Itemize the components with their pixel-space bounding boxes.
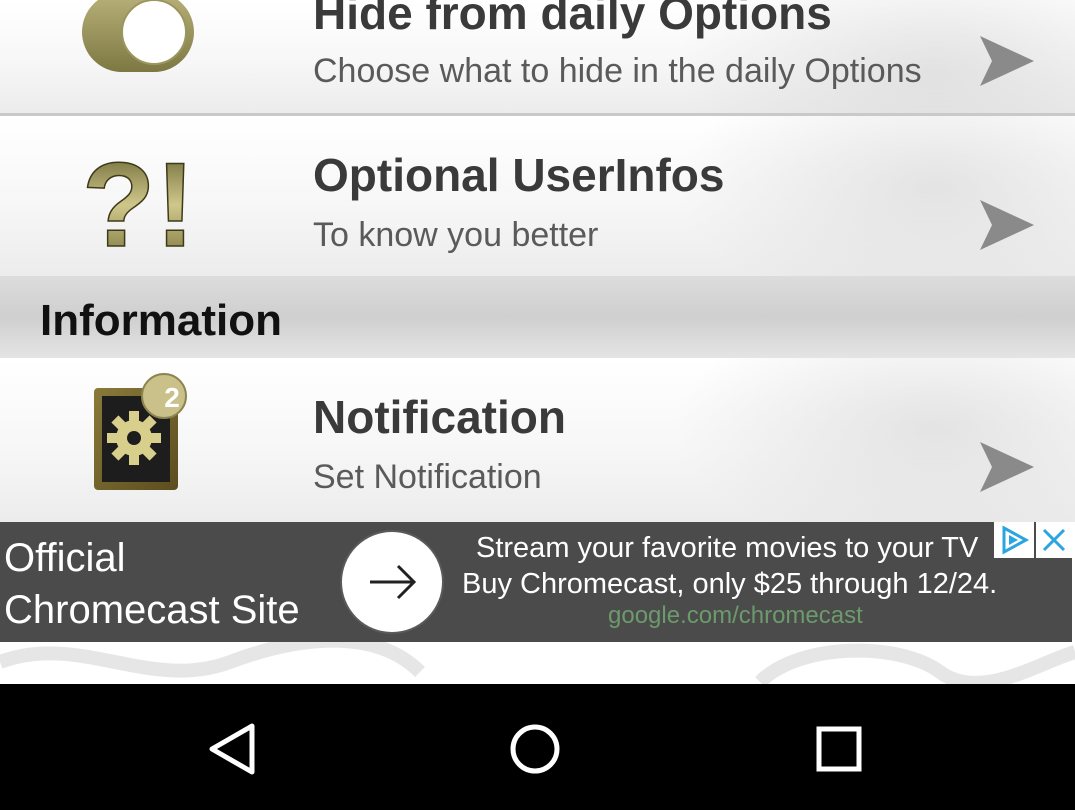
ad-url[interactable]: google.com/chromecast xyxy=(608,602,863,630)
ad-text-line2: Buy Chromecast, only $25 through 12/24. xyxy=(462,568,998,600)
recents-icon[interactable] xyxy=(794,704,884,794)
system-navigation-bar xyxy=(0,684,1075,810)
settings-row-hide-daily-options[interactable]: Hide from daily Options Choose what to h… xyxy=(0,0,1075,113)
question-exclamation-icon: ?! xyxy=(82,142,196,252)
chevron-right-icon xyxy=(980,442,1034,492)
row-subtitle: Set Notification xyxy=(313,458,542,496)
toggle-icon xyxy=(82,0,194,72)
row-subtitle: To know you better xyxy=(313,216,599,254)
row-title: Notification xyxy=(313,391,566,443)
close-icon[interactable] xyxy=(1036,522,1072,558)
chevron-right-icon xyxy=(980,200,1034,250)
decorative-swirl xyxy=(0,642,1075,684)
settings-row-notification[interactable]: 2 Notification Set Notification xyxy=(0,358,1075,522)
background-pattern xyxy=(0,642,1075,684)
adchoices-icon[interactable] xyxy=(994,522,1034,558)
settings-row-optional-userinfos[interactable]: ?! Optional UserInfos To know you better xyxy=(0,116,1075,276)
chevron-right-icon xyxy=(980,36,1034,86)
row-title: Hide from daily Options xyxy=(313,0,832,39)
row-title: Optional UserInfos xyxy=(313,149,725,201)
arrow-right-icon xyxy=(370,564,417,600)
section-label: Information xyxy=(40,296,282,345)
svg-text:?!: ?! xyxy=(82,142,195,252)
row-subtitle: Choose what to hide in the daily Options xyxy=(313,52,922,90)
ad-text-line1: Stream your favorite movies to your TV xyxy=(476,532,979,564)
ad-open-button[interactable] xyxy=(340,530,444,634)
notification-badge: 2 xyxy=(164,382,180,413)
section-header-information: Information xyxy=(0,276,1075,358)
ad-title[interactable]: Official Chromecast Site xyxy=(4,532,344,636)
ad-banner[interactable]: Official Chromecast Site Stream your fav… xyxy=(0,522,1072,642)
back-icon[interactable] xyxy=(190,704,280,794)
home-icon[interactable] xyxy=(490,704,580,794)
